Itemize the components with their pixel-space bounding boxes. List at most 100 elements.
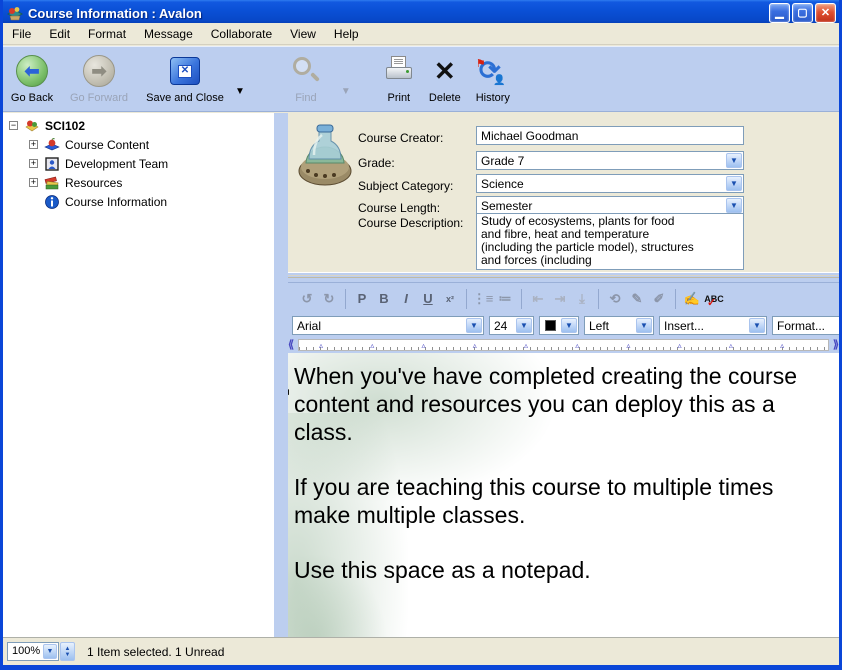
paragraph: If you are teaching this course to multi… — [294, 473, 835, 529]
color-swatch — [545, 320, 556, 331]
course-content-icon — [44, 137, 60, 153]
check-icon: ✓ — [707, 296, 716, 309]
paragraph-marker-icon: ◄ — [288, 379, 291, 407]
underline-button[interactable]: U — [417, 289, 439, 309]
zoom-select[interactable]: 100% ▼ — [7, 642, 59, 661]
flask-icon — [296, 119, 354, 187]
course-creator-input[interactable]: Michael Goodman — [476, 126, 744, 145]
chevron-down-icon[interactable]: ▼ — [636, 318, 652, 333]
editor-format-toolbar: ↺ ↻ P B I U x² ⋮≡ ≔ ⇤ ⇥ ⤓ ⟲ ✎ ✐ ✍ ABC ✓ — [288, 283, 839, 314]
window-title: Course Information : Avalon — [28, 6, 769, 21]
paragraph-style-button[interactable]: P — [351, 289, 373, 309]
brush-icon[interactable]: ✐ — [648, 289, 670, 309]
menu-edit[interactable]: Edit — [40, 24, 79, 44]
print-button[interactable]: Print — [375, 52, 423, 110]
font-size-select[interactable]: 24 ▼ — [489, 316, 534, 335]
history-button[interactable]: ⟳⚑👤 History — [467, 52, 519, 110]
italic-button[interactable]: I — [395, 289, 417, 309]
ruler-right-marker[interactable]: ⟫ — [833, 338, 839, 351]
alignment-select[interactable]: Left ▼ — [584, 316, 654, 335]
close-button[interactable]: ✕ — [815, 3, 836, 23]
expand-icon[interactable]: + — [29, 140, 38, 149]
menu-file[interactable]: File — [3, 24, 40, 44]
go-back-button[interactable]: ⬅ Go Back — [3, 52, 61, 110]
pencil-icon[interactable]: ✎ — [626, 289, 648, 309]
tree-node-sci102[interactable]: − SCI102 — [9, 117, 274, 134]
notepad-text: ◄ When you've have completed creating th… — [294, 362, 835, 611]
chevron-down-icon[interactable]: ▼ — [726, 176, 742, 191]
editor-font-toolbar: Arial ▼ 24 ▼ ▼ Left ▼ Insert... ▼ Format… — [288, 314, 839, 338]
superscript-button[interactable]: x² — [439, 289, 461, 309]
insert-anchor-icon: ⤓ — [571, 289, 593, 309]
pane-splitter-horizontal[interactable] — [288, 272, 839, 283]
chevron-down-icon[interactable]: ▼ — [561, 318, 577, 333]
outdent-icon: ⇤ — [527, 289, 549, 309]
course-tree-panel: − SCI102 + Course Content + — [3, 113, 274, 637]
ruler-left-marker[interactable]: ⟪ — [288, 338, 294, 351]
minimize-button[interactable]: ▁ — [769, 3, 790, 23]
grade-select[interactable]: Grade 7 ▼ — [476, 151, 744, 170]
chevron-down-icon[interactable]: ▼ — [726, 198, 742, 213]
notepad-text-area[interactable]: ◄ When you've have completed creating th… — [288, 353, 839, 637]
app-icon — [6, 4, 24, 22]
tree-node-course-information[interactable]: + Course Information — [29, 193, 274, 210]
tree-node-resources[interactable]: + Resources — [29, 174, 274, 191]
zoom-stepper[interactable]: ▲▼ — [60, 642, 75, 661]
refresh-icon[interactable]: ⟲ — [604, 289, 626, 309]
resources-icon — [44, 175, 60, 191]
chevron-down-icon[interactable]: ▼ — [43, 644, 57, 659]
tree-label: Development Team — [65, 157, 168, 171]
spell-check-button[interactable]: ABC ✓ — [703, 289, 725, 309]
development-team-icon — [44, 156, 60, 172]
subject-category-select[interactable]: Science ▼ — [476, 174, 744, 193]
find-icon — [291, 56, 321, 86]
save-disk-icon: ✕ — [170, 57, 200, 85]
format-select[interactable]: Format... — [772, 316, 842, 335]
menu-bar: File Edit Format Message Collaborate Vie… — [3, 23, 839, 45]
menu-message[interactable]: Message — [135, 24, 202, 44]
tree-node-development-team[interactable]: + Development Team — [29, 155, 274, 172]
collapse-icon[interactable]: − — [9, 121, 18, 130]
save-dropdown-arrow[interactable]: ▼ — [235, 86, 245, 97]
menu-format[interactable]: Format — [79, 24, 135, 44]
go-forward-icon: ➡ — [83, 55, 115, 87]
window-controls: ▁ ▢ ✕ — [769, 3, 836, 23]
maximize-button[interactable]: ▢ — [792, 3, 813, 23]
font-color-select[interactable]: ▼ — [539, 316, 579, 335]
chevron-down-icon[interactable]: ▼ — [466, 318, 482, 333]
application-window: Course Information : Avalon ▁ ▢ ✕ File E… — [0, 0, 842, 670]
tree-label: Resources — [65, 176, 122, 190]
main-toolbar: ⬅ Go Back ➡ Go Forward ✕ Save and Close … — [3, 46, 839, 112]
expand-icon[interactable]: + — [29, 159, 38, 168]
font-family-select[interactable]: Arial ▼ — [292, 316, 484, 335]
description-label: Course Description: — [358, 216, 463, 230]
delete-button[interactable]: ✕ Delete — [423, 52, 467, 110]
history-icon: ⟳⚑👤 — [477, 55, 509, 87]
chevron-down-icon[interactable]: ▼ — [749, 318, 765, 333]
status-message: 1 Item selected. 1 Unread — [87, 645, 224, 659]
menu-view[interactable]: View — [281, 24, 325, 44]
course-description-textarea[interactable]: Study of ecosystems, plants for food and… — [476, 213, 744, 270]
menu-collaborate[interactable]: Collaborate — [202, 24, 281, 44]
chevron-down-icon[interactable]: ▼ — [726, 153, 742, 168]
bold-button[interactable]: B — [373, 289, 395, 309]
chevron-down-icon[interactable]: ▼ — [516, 318, 532, 333]
ruler: ⟪ ⟫ — [288, 338, 839, 353]
expand-icon[interactable]: + — [29, 178, 38, 187]
numbered-list-icon[interactable]: ⋮≡ — [472, 289, 494, 309]
course-length-label: Course Length: — [358, 201, 440, 215]
menu-help[interactable]: Help — [325, 24, 368, 44]
insert-select[interactable]: Insert... ▼ — [659, 316, 767, 335]
pane-splitter-vertical[interactable] — [274, 113, 288, 637]
signature-icon[interactable]: ✍ — [681, 289, 703, 309]
undo-icon[interactable]: ↺ — [296, 289, 318, 309]
find-button[interactable]: Find — [273, 52, 339, 110]
redo-icon[interactable]: ↻ — [318, 289, 340, 309]
delete-icon: ✕ — [434, 58, 456, 84]
save-and-close-button[interactable]: ✕ Save and Close — [137, 52, 233, 110]
go-back-icon: ⬅ — [16, 55, 48, 87]
creator-label: Course Creator: — [358, 131, 443, 145]
go-forward-button[interactable]: ➡ Go Forward — [61, 52, 137, 110]
tree-node-course-content[interactable]: + Course Content — [29, 136, 274, 153]
bullet-list-icon[interactable]: ≔ — [494, 289, 516, 309]
